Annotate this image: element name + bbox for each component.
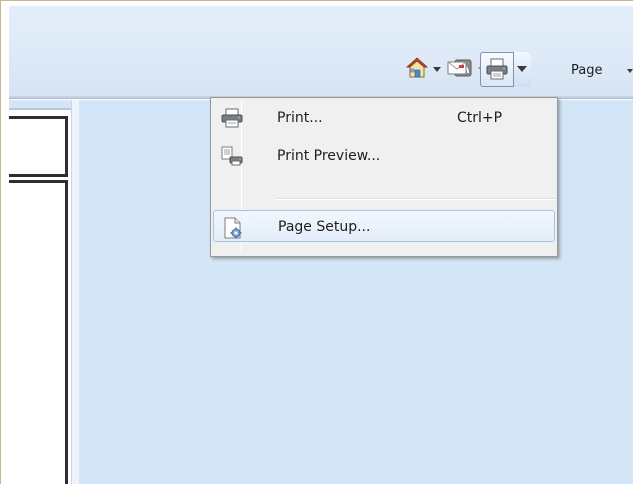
home-icon [406, 57, 428, 78]
print-button-face[interactable] [484, 57, 510, 81]
page-setup-icon [222, 217, 244, 239]
menu-item-shortcut: Ctrl+P [457, 110, 503, 126]
content-left-edge [71, 100, 79, 484]
mail-button[interactable] [446, 59, 468, 77]
menu-item-print[interactable]: Print... Ctrl+P [213, 102, 555, 134]
home-dropdown-button[interactable] [432, 64, 442, 74]
home-button[interactable] [406, 56, 428, 80]
read-mail-icon [447, 61, 467, 75]
print-icon [486, 58, 508, 80]
menu-item-label: Print Preview... [277, 148, 381, 164]
chevron-down-icon [517, 66, 527, 72]
left-pane-box-top [9, 116, 68, 177]
menu-item-label: Print... [277, 110, 323, 126]
command-bar [9, 6, 633, 96]
print-menu: Print... Ctrl+P Print Preview... Page Se… [210, 97, 558, 257]
menu-item-label: Page Setup... [278, 219, 371, 235]
chevron-down-icon [433, 66, 441, 72]
left-pane-box-bottom [9, 180, 68, 484]
menu-item-page-setup[interactable]: Page Setup... [213, 210, 555, 242]
left-pane-divider [9, 108, 71, 110]
chevron-down-icon [627, 69, 633, 73]
print-dropdown-arrow [513, 64, 531, 74]
menu-separator [275, 198, 555, 200]
print-preview-icon [221, 146, 243, 166]
printer-icon [221, 108, 243, 128]
menu-item-print-preview[interactable]: Print Preview... [213, 140, 555, 172]
page-menu-button[interactable]: Page [571, 63, 602, 78]
